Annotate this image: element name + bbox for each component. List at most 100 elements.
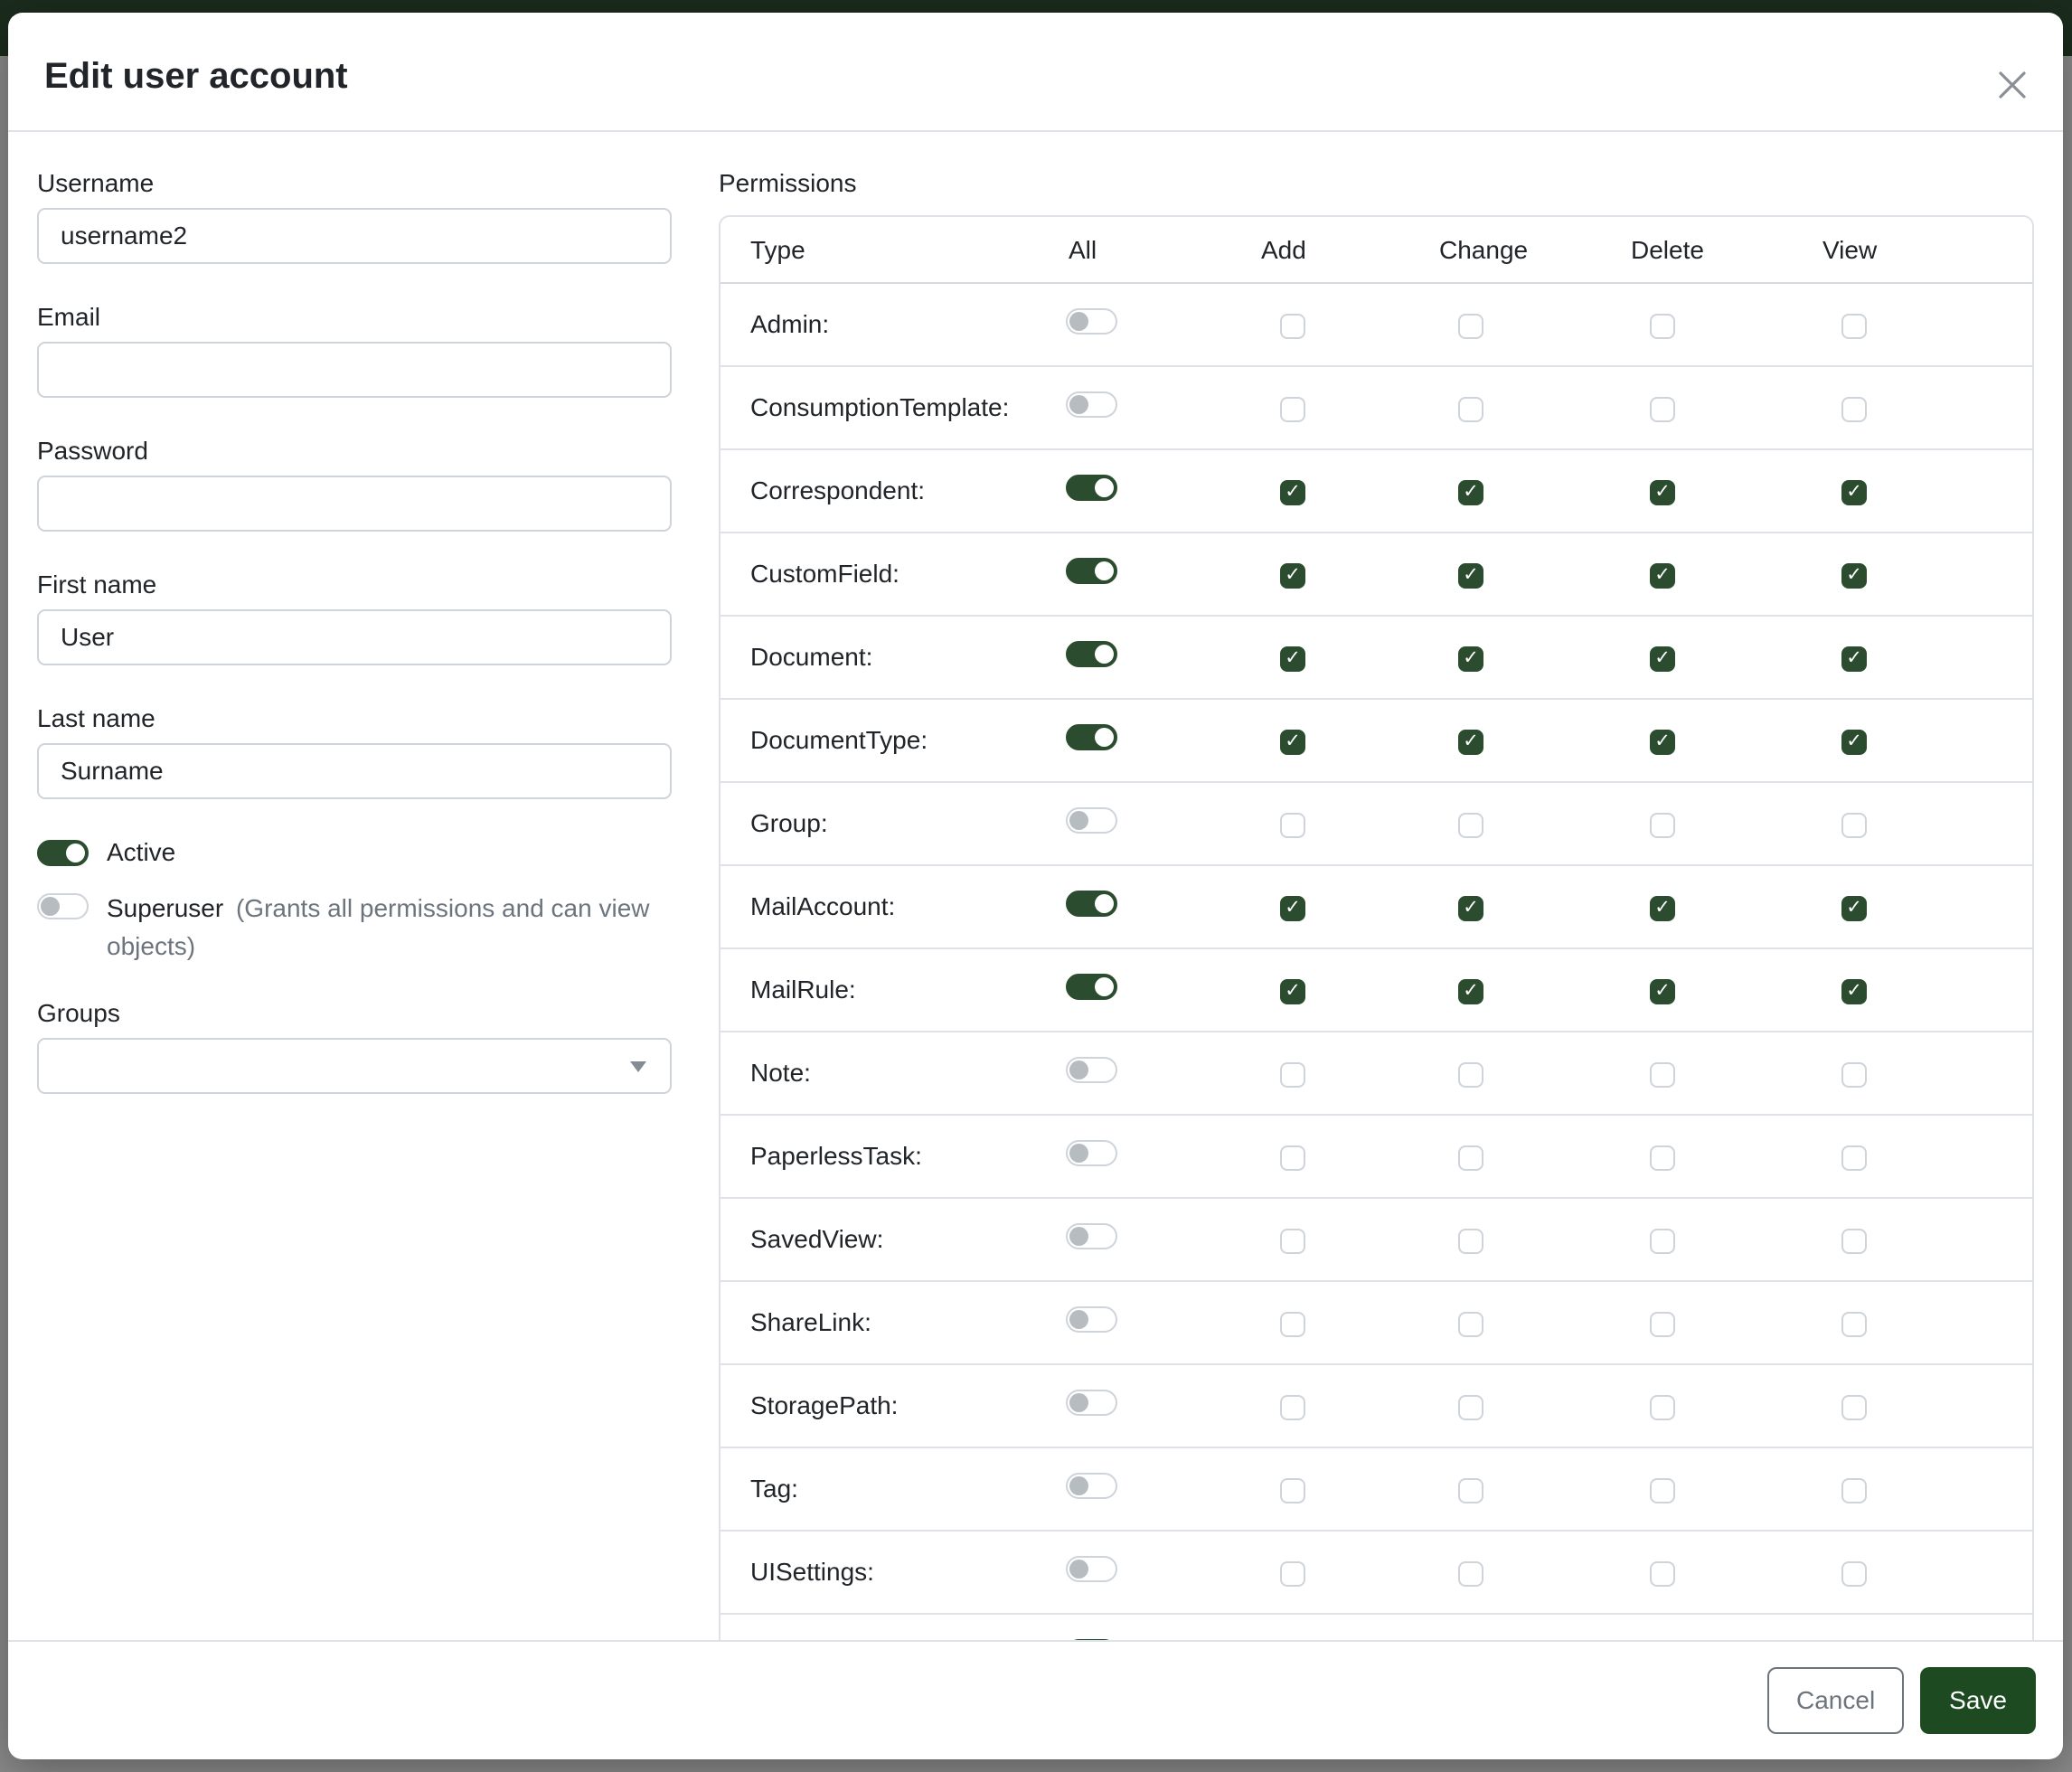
all-switch[interactable] — [1066, 641, 1117, 667]
delete-checkbox[interactable]: ✓ — [1650, 730, 1675, 755]
all-switch[interactable] — [1066, 1223, 1117, 1249]
delete-checkbox[interactable] — [1650, 1312, 1675, 1337]
permission-type-label: StoragePath: — [720, 1364, 1066, 1447]
permission-row: CustomField:✓✓✓✓ — [720, 533, 2032, 616]
all-switch[interactable] — [1066, 1057, 1117, 1083]
all-switch[interactable] — [1066, 974, 1117, 1000]
view-checkbox[interactable] — [1841, 314, 1867, 339]
view-checkbox[interactable] — [1841, 813, 1867, 838]
all-switch[interactable] — [1066, 1556, 1117, 1582]
column-header-delete: Delete — [1628, 217, 1820, 283]
change-checkbox[interactable]: ✓ — [1458, 979, 1483, 1004]
all-switch[interactable] — [1066, 1140, 1117, 1166]
change-checkbox[interactable] — [1458, 1561, 1483, 1587]
add-checkbox[interactable] — [1280, 813, 1305, 838]
permission-row: MailRule:✓✓✓✓ — [720, 948, 2032, 1032]
change-checkbox[interactable] — [1458, 1478, 1483, 1503]
all-switch[interactable] — [1066, 475, 1117, 501]
add-checkbox[interactable]: ✓ — [1280, 480, 1305, 505]
view-checkbox[interactable]: ✓ — [1841, 896, 1867, 921]
add-checkbox[interactable]: ✓ — [1280, 896, 1305, 921]
delete-checkbox[interactable]: ✓ — [1650, 979, 1675, 1004]
delete-checkbox[interactable] — [1650, 397, 1675, 422]
cancel-button[interactable]: Cancel — [1767, 1667, 1904, 1734]
delete-checkbox[interactable] — [1650, 1229, 1675, 1254]
delete-checkbox[interactable]: ✓ — [1650, 896, 1675, 921]
change-checkbox[interactable] — [1458, 1312, 1483, 1337]
view-checkbox[interactable]: ✓ — [1841, 730, 1867, 755]
change-checkbox[interactable] — [1458, 314, 1483, 339]
add-checkbox[interactable]: ✓ — [1280, 979, 1305, 1004]
delete-checkbox[interactable]: ✓ — [1650, 563, 1675, 589]
permission-cell — [1436, 1364, 1628, 1447]
last-name-input[interactable] — [37, 743, 672, 799]
view-checkbox[interactable]: ✓ — [1841, 563, 1867, 589]
all-switch[interactable] — [1066, 391, 1117, 418]
username-input[interactable] — [37, 208, 672, 264]
save-button[interactable]: Save — [1920, 1667, 2036, 1734]
delete-checkbox[interactable]: ✓ — [1650, 480, 1675, 505]
change-checkbox[interactable] — [1458, 1145, 1483, 1171]
view-checkbox[interactable]: ✓ — [1841, 480, 1867, 505]
all-switch[interactable] — [1066, 558, 1117, 584]
email-input[interactable] — [37, 342, 672, 398]
first-name-input[interactable] — [37, 609, 672, 665]
change-checkbox[interactable]: ✓ — [1458, 480, 1483, 505]
change-checkbox[interactable]: ✓ — [1458, 563, 1483, 589]
add-checkbox[interactable] — [1280, 397, 1305, 422]
view-checkbox[interactable] — [1841, 1312, 1867, 1337]
view-checkbox[interactable] — [1841, 1395, 1867, 1420]
add-checkbox[interactable]: ✓ — [1280, 563, 1305, 589]
superuser-toggle[interactable] — [37, 893, 89, 919]
change-checkbox[interactable] — [1458, 813, 1483, 838]
permission-cell: ✓ — [1820, 449, 2032, 533]
view-checkbox[interactable]: ✓ — [1841, 646, 1867, 672]
add-checkbox[interactable] — [1280, 314, 1305, 339]
password-input[interactable] — [37, 476, 672, 532]
change-checkbox[interactable] — [1458, 1229, 1483, 1254]
add-checkbox[interactable]: ✓ — [1280, 646, 1305, 672]
all-switch[interactable] — [1066, 1473, 1117, 1499]
view-checkbox[interactable] — [1841, 1478, 1867, 1503]
all-switch[interactable] — [1066, 1390, 1117, 1416]
add-checkbox[interactable] — [1280, 1229, 1305, 1254]
view-checkbox[interactable] — [1841, 1561, 1867, 1587]
add-checkbox[interactable] — [1280, 1312, 1305, 1337]
delete-checkbox[interactable] — [1650, 1145, 1675, 1171]
all-switch[interactable] — [1066, 724, 1117, 750]
change-checkbox[interactable]: ✓ — [1458, 646, 1483, 672]
change-checkbox[interactable] — [1458, 1062, 1483, 1088]
view-checkbox[interactable] — [1841, 1145, 1867, 1171]
delete-checkbox[interactable] — [1650, 813, 1675, 838]
view-checkbox[interactable] — [1841, 397, 1867, 422]
change-checkbox[interactable]: ✓ — [1458, 896, 1483, 921]
add-checkbox[interactable] — [1280, 1478, 1305, 1503]
dialog-title: Edit user account — [44, 54, 2027, 98]
all-switch[interactable] — [1066, 1306, 1117, 1333]
all-switch[interactable] — [1066, 891, 1117, 917]
view-checkbox[interactable] — [1841, 1229, 1867, 1254]
delete-checkbox[interactable] — [1650, 1395, 1675, 1420]
delete-checkbox[interactable] — [1650, 314, 1675, 339]
delete-checkbox[interactable] — [1650, 1478, 1675, 1503]
all-switch[interactable] — [1066, 807, 1117, 834]
modal-footer: Cancel Save — [8, 1640, 2063, 1759]
add-checkbox[interactable] — [1280, 1062, 1305, 1088]
delete-checkbox[interactable] — [1650, 1062, 1675, 1088]
permission-row: ConsumptionTemplate: — [720, 366, 2032, 449]
add-checkbox[interactable] — [1280, 1395, 1305, 1420]
delete-checkbox[interactable]: ✓ — [1650, 646, 1675, 672]
change-checkbox[interactable] — [1458, 1395, 1483, 1420]
groups-select[interactable] — [37, 1038, 672, 1094]
add-checkbox[interactable]: ✓ — [1280, 730, 1305, 755]
all-switch[interactable] — [1066, 308, 1117, 335]
view-checkbox[interactable]: ✓ — [1841, 979, 1867, 1004]
view-checkbox[interactable] — [1841, 1062, 1867, 1088]
add-checkbox[interactable] — [1280, 1561, 1305, 1587]
active-toggle[interactable] — [37, 840, 89, 866]
change-checkbox[interactable] — [1458, 397, 1483, 422]
delete-checkbox[interactable] — [1650, 1561, 1675, 1587]
add-checkbox[interactable] — [1280, 1145, 1305, 1171]
close-button[interactable] — [1989, 61, 2036, 108]
change-checkbox[interactable]: ✓ — [1458, 730, 1483, 755]
